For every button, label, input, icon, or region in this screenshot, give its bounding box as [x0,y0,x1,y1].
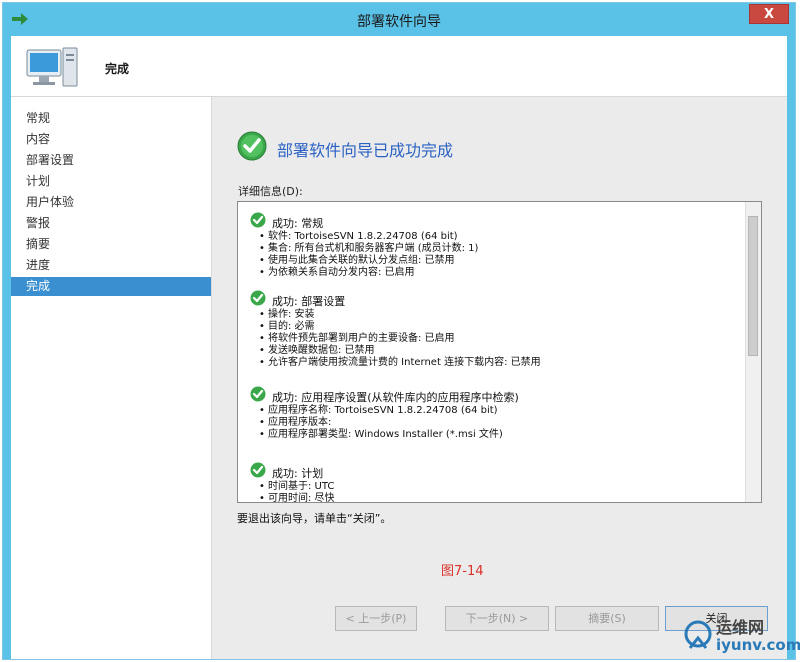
scrollbar-thumb[interactable] [748,216,758,356]
nav-item[interactable]: 警报 [11,214,211,233]
details-section: 成功: 常规软件: TortoiseSVN 1.8.2.24708 (64 bi… [248,212,743,279]
window-border-left [3,36,11,659]
details-section: 成功: 部署设置操作: 安装目的: 必需将软件预先部署到用户的主要设备: 已启用… [248,290,743,369]
section-heading: 成功: 常规 [248,212,743,231]
details-section: 成功: 应用程序设置(从软件库内的应用程序中检索)应用程序名称: Tortois… [248,386,743,441]
nav-item[interactable]: 进度 [11,256,211,275]
watermark: 运维网 iyunv.com [676,612,800,660]
summary-button[interactable]: 摘要(S) [555,606,659,631]
detail-line: 目的: 必需 [248,321,743,333]
section-heading-text: 成功: 计划 [272,467,324,480]
previous-button[interactable]: < 上一步(P) [335,606,417,631]
detail-line: 软件: TortoiseSVN 1.8.2.24708 (64 bit) [248,231,743,243]
figure-caption: 图7-14 [441,564,484,579]
title-bar[interactable]: 部署软件向导 X [3,3,795,36]
nav-item[interactable]: 摘要 [11,235,211,254]
wizard-content: 部署软件向导已成功完成 详细信息(D): 成功: 常规软件: TortoiseS… [212,97,787,659]
details-scrollbar[interactable] [745,202,761,502]
computer-icon [26,47,78,87]
detail-line: 可用时间: 尽快 [248,493,743,502]
nav-item[interactable]: 完成 [11,277,211,296]
wizard-nav: 常规内容部署设置计划用户体验警报摘要进度完成 [11,97,212,659]
detail-line: 发送唤醒数据包: 已禁用 [248,345,743,357]
section-heading: 成功: 计划 [248,462,743,481]
section-heading: 成功: 应用程序设置(从软件库内的应用程序中检索) [248,386,743,405]
nav-item[interactable]: 部署设置 [11,151,211,170]
success-heading: 部署软件向导已成功完成 [277,141,454,160]
section-heading: 成功: 部署设置 [248,290,743,309]
success-check-icon [237,131,267,161]
next-button[interactable]: 下一步(N) > [445,606,549,631]
detail-line: 允许客户端使用按流量计费的 Internet 连接下载内容: 已禁用 [248,357,743,369]
section-heading-text: 成功: 部署设置 [272,295,346,308]
window-border-right [787,36,795,659]
detail-line: 应用程序版本: [248,417,743,429]
details-list[interactable]: 成功: 常规软件: TortoiseSVN 1.8.2.24708 (64 bi… [237,201,762,503]
detail-line: 应用程序名称: TortoiseSVN 1.8.2.24708 (64 bit) [248,405,743,417]
wizard-window: 部署软件向导 X 完成 常规 内容 部署设置 计划 用户体验 警报 摘要 进度 完成 部署软件向… [2,2,796,660]
detail-line: 应用程序部署类型: Windows Installer (*.msi 文件) [248,429,743,441]
nav-item[interactable]: 常规 [11,109,211,128]
watermark-logo-icon [684,620,712,649]
success-check-icon [250,290,266,306]
watermark-text-url: iyunv.com [716,636,800,654]
details-label: 详细信息(D): [238,185,303,198]
section-heading-text: 成功: 常规 [272,217,324,230]
exit-instruction: 要退出该向导，请单击“关闭”。 [237,512,392,525]
detail-line: 为依赖关系自动分发内容: 已启用 [248,267,743,279]
detail-line: 时间基于: UTC [248,481,743,493]
section-heading-text: 成功: 应用程序设置(从软件库内的应用程序中检索) [272,391,519,404]
details-section: 成功: 计划时间基于: UTC可用时间: 尽快 [248,462,743,502]
page-title: 完成 [105,62,130,76]
nav-item[interactable]: 计划 [11,172,211,191]
detail-line: 将软件预先部署到用户的主要设备: 已启用 [248,333,743,345]
watermark-text-cn: 运维网 [716,618,765,637]
success-check-icon [250,462,266,478]
success-check-icon [250,386,266,402]
nav-item[interactable]: 用户体验 [11,193,211,212]
nav-item[interactable]: 内容 [11,130,211,149]
wizard-header: 完成 [11,36,787,97]
window-title: 部署软件向导 [357,14,441,30]
detail-line: 使用与此集合关联的默认分发点组: 已禁用 [248,255,743,267]
detail-line: 操作: 安装 [248,309,743,321]
close-window-button[interactable]: X [749,4,789,24]
success-check-icon [250,212,266,228]
detail-line: 集合: 所有台式机和服务器客户端 (成员计数: 1) [248,243,743,255]
